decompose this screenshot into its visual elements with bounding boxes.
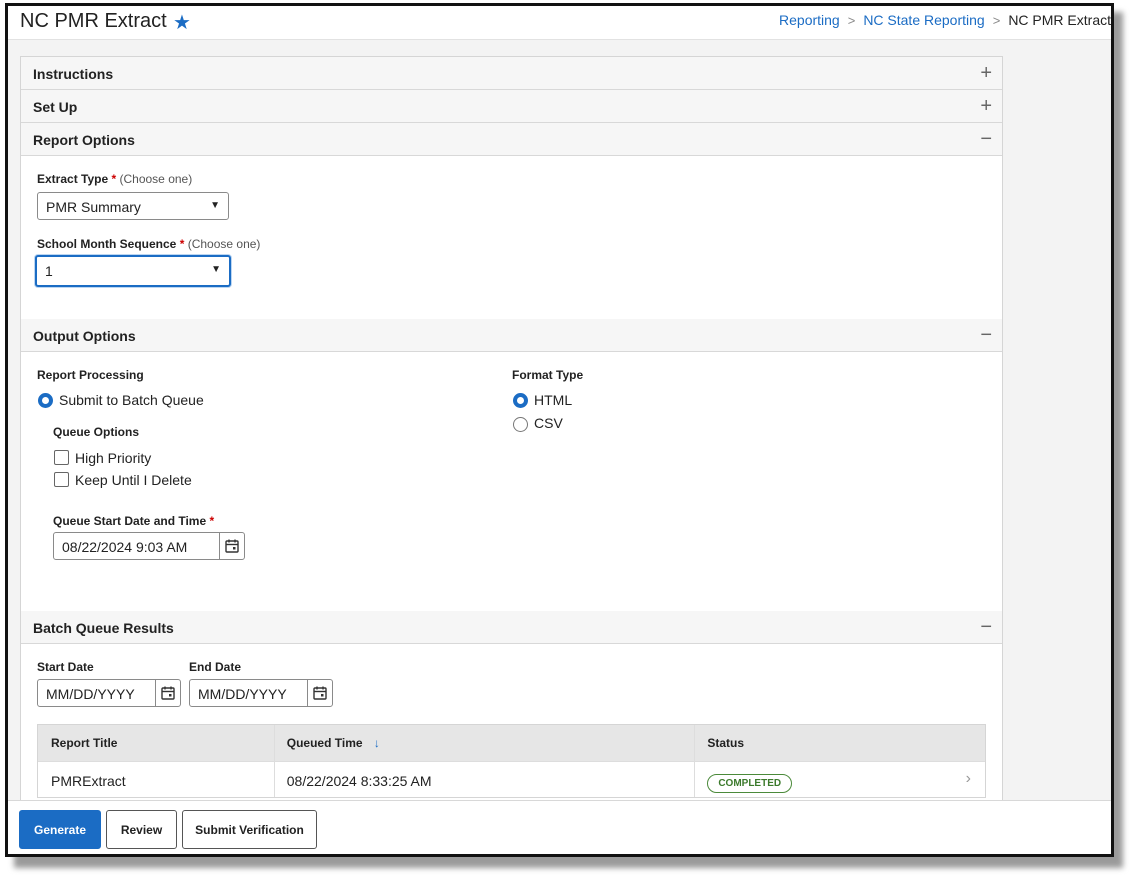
app-window: NC PMR Extract ★ Reporting > NC State Re… bbox=[5, 3, 1114, 857]
section-batch-queue-results[interactable]: Batch Queue Results − bbox=[21, 611, 1002, 644]
keep-until-delete-checkbox[interactable] bbox=[54, 472, 69, 487]
format-html-radio[interactable] bbox=[513, 393, 528, 408]
high-priority-checkbox[interactable] bbox=[54, 450, 69, 465]
caret-down-icon: ▼ bbox=[211, 264, 221, 275]
table-header: Report Title Queued Time ↓ Status bbox=[38, 725, 985, 761]
chevron-right-icon: > bbox=[992, 12, 1001, 28]
row-report-title: PMRExtract bbox=[38, 762, 275, 797]
sort-down-icon[interactable]: ↓ bbox=[374, 736, 380, 750]
calendar-icon[interactable] bbox=[307, 680, 332, 706]
row-status: COMPLETED bbox=[695, 762, 985, 797]
report-processing-label: Report Processing bbox=[37, 368, 144, 382]
table-row[interactable]: PMRExtract 08/22/2024 8:33:25 AM COMPLET… bbox=[38, 761, 985, 797]
section-output-options[interactable]: Output Options − bbox=[21, 319, 1002, 352]
batch-results-body: Start Date MM/DD/YYYY End Date MM/DD/YYY… bbox=[21, 644, 1002, 800]
main-content: Instructions + Set Up + Report Options −… bbox=[8, 40, 1111, 800]
col-status[interactable]: Status bbox=[695, 725, 985, 761]
collapse-minus-icon[interactable]: − bbox=[980, 324, 992, 347]
review-button[interactable]: Review bbox=[106, 810, 177, 849]
submit-verification-button[interactable]: Submit Verification bbox=[182, 810, 317, 849]
report-panel: Instructions + Set Up + Report Options −… bbox=[20, 56, 1003, 800]
generate-button[interactable]: Generate bbox=[19, 810, 101, 849]
month-sequence-select[interactable]: 1 ▼ bbox=[35, 255, 231, 287]
batch-queue-radio[interactable] bbox=[38, 393, 53, 408]
col-queued-time[interactable]: Queued Time ↓ bbox=[275, 725, 696, 761]
breadcrumb-nc-state-reporting[interactable]: NC State Reporting bbox=[863, 12, 984, 28]
collapse-minus-icon[interactable]: − bbox=[980, 128, 992, 151]
expand-plus-icon[interactable]: + bbox=[980, 95, 992, 118]
section-title: Output Options bbox=[33, 328, 136, 344]
col-report-title[interactable]: Report Title bbox=[38, 725, 275, 761]
page-title: NC PMR Extract bbox=[20, 10, 167, 32]
batch-results-table: Report Title Queued Time ↓ Status PMRExt… bbox=[37, 724, 986, 798]
batch-queue-label: Submit to Batch Queue bbox=[59, 392, 204, 408]
extract-type-label: Extract Type * (Choose one) bbox=[37, 172, 193, 186]
status-badge: COMPLETED bbox=[707, 774, 793, 793]
breadcrumb-current: NC PMR Extract bbox=[1008, 12, 1111, 28]
row-queued-time: 08/22/2024 8:33:25 AM bbox=[275, 762, 696, 797]
breadcrumb: Reporting > NC State Reporting > NC PMR … bbox=[779, 12, 1111, 28]
top-bar: NC PMR Extract ★ Reporting > NC State Re… bbox=[8, 6, 1111, 40]
favorite-star-icon[interactable]: ★ bbox=[173, 10, 191, 35]
extract-type-select[interactable]: PMR Summary ▼ bbox=[37, 192, 229, 220]
calendar-icon[interactable] bbox=[155, 680, 180, 706]
chevron-right-icon[interactable]: › bbox=[966, 770, 971, 788]
queue-start-input[interactable]: 08/22/2024 9:03 AM bbox=[53, 532, 245, 560]
chevron-right-icon: > bbox=[847, 12, 856, 28]
format-type-label: Format Type bbox=[512, 368, 584, 382]
month-sequence-label: School Month Sequence * (Choose one) bbox=[37, 237, 261, 251]
caret-down-icon: ▼ bbox=[210, 200, 220, 211]
queue-start-label: Queue Start Date and Time * bbox=[53, 514, 215, 528]
format-html-label: HTML bbox=[534, 392, 573, 408]
end-date-label: End Date bbox=[189, 660, 242, 674]
section-report-options[interactable]: Report Options − bbox=[21, 123, 1002, 156]
collapse-minus-icon[interactable]: − bbox=[980, 616, 992, 639]
breadcrumb-reporting[interactable]: Reporting bbox=[779, 12, 840, 28]
keep-until-delete-label: Keep Until I Delete bbox=[75, 472, 192, 488]
output-options-body: Report Processing Submit to Batch Queue … bbox=[21, 352, 1002, 611]
calendar-icon[interactable] bbox=[219, 533, 244, 559]
report-options-body: Extract Type * (Choose one) PMR Summary … bbox=[21, 156, 1002, 319]
section-title: Instructions bbox=[33, 66, 114, 82]
section-title: Report Options bbox=[33, 132, 135, 148]
section-title: Batch Queue Results bbox=[33, 620, 174, 636]
format-csv-radio[interactable] bbox=[513, 417, 528, 432]
expand-plus-icon[interactable]: + bbox=[980, 62, 992, 85]
section-instructions[interactable]: Instructions + bbox=[21, 57, 1002, 90]
section-title: Set Up bbox=[33, 99, 78, 115]
section-setup[interactable]: Set Up + bbox=[21, 90, 1002, 123]
start-date-input[interactable]: MM/DD/YYYY bbox=[37, 679, 181, 707]
action-bar: Generate Review Submit Verification bbox=[8, 800, 1111, 854]
end-date-input[interactable]: MM/DD/YYYY bbox=[189, 679, 333, 707]
queue-options-label: Queue Options bbox=[53, 425, 140, 439]
format-csv-label: CSV bbox=[534, 415, 563, 431]
start-date-label: Start Date bbox=[37, 660, 94, 674]
high-priority-label: High Priority bbox=[75, 450, 152, 466]
